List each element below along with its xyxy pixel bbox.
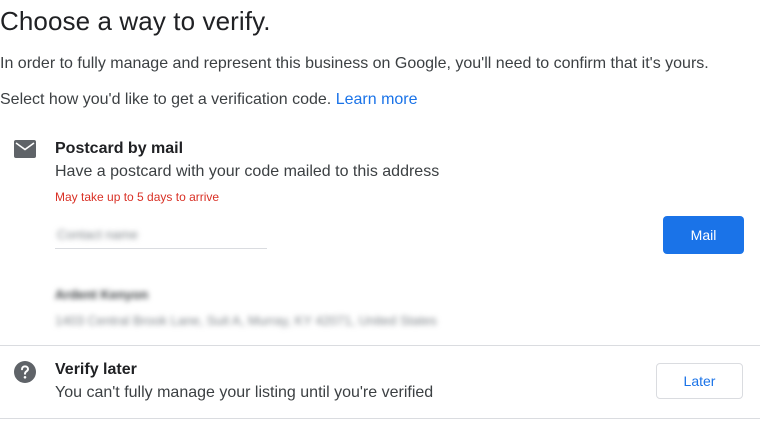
verify-later-description: You can't fully manage your listing unti… <box>55 384 434 401</box>
mail-button[interactable]: Mail <box>663 216 744 254</box>
delivery-warning: May take up to 5 days to arrive <box>55 190 220 204</box>
intro-text: In order to fully manage and represent t… <box>0 55 709 72</box>
later-button[interactable]: Later <box>656 363 743 399</box>
contact-name-field[interactable]: Contact name <box>55 222 267 249</box>
bottom-divider <box>0 418 760 419</box>
page-title: Choose a way to verify. <box>0 6 271 36</box>
help-icon <box>14 361 36 383</box>
select-instructions: Select how you'd like to get a verificat… <box>0 91 418 109</box>
address-name: Ardent Kenyon <box>55 287 149 302</box>
verify-later-title: Verify later <box>55 361 137 378</box>
postcard-description: Have a postcard with your code mailed to… <box>55 163 440 180</box>
select-text: Select how you'd like to get a verificat… <box>0 91 332 108</box>
address-line: 1403 Central Brook Lane, Suit A, Murray,… <box>55 313 437 328</box>
verify-page: Choose a way to verify. In order to full… <box>0 0 768 432</box>
mail-icon <box>14 140 36 158</box>
learn-more-link[interactable]: Learn more <box>336 91 418 108</box>
postcard-title: Postcard by mail <box>55 140 184 157</box>
option-divider <box>0 345 760 346</box>
contact-name-placeholder: Contact name <box>57 227 138 242</box>
